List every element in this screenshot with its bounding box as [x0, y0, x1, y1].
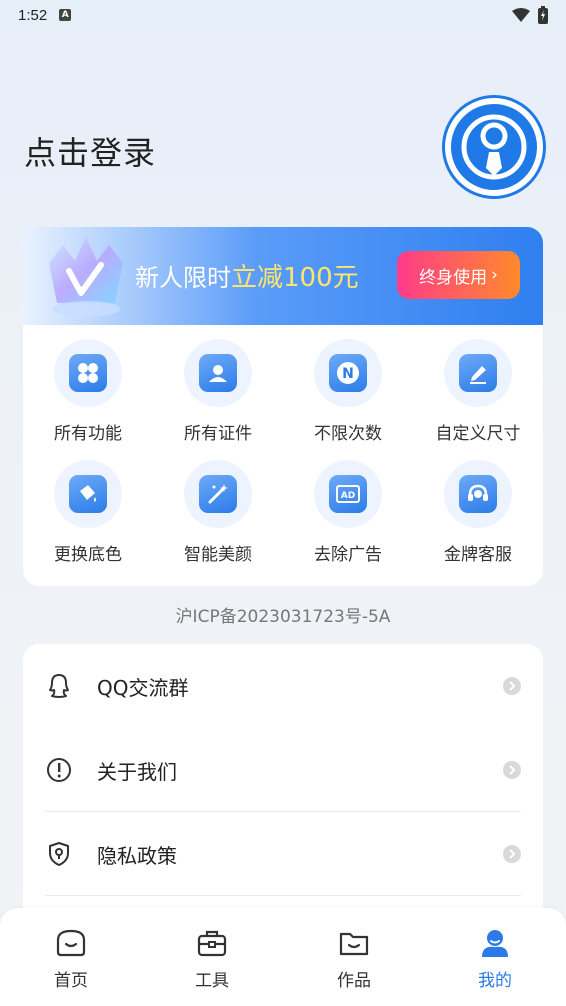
info-icon [45, 756, 73, 784]
feature-label: 自定义尺寸 [435, 424, 521, 444]
feature-all-functions[interactable]: 所有功能 [23, 339, 153, 460]
ad-icon: AD [329, 475, 367, 513]
tab-tools[interactable]: 工具 [172, 928, 252, 991]
svg-text:N: N [342, 366, 354, 382]
feature-label: 所有功能 [54, 424, 122, 444]
chevron-right-icon [503, 761, 521, 779]
magic-wand-icon [199, 475, 237, 513]
user-avatar-icon [461, 114, 527, 180]
menu-item-privacy-policy[interactable]: 隐私政策 [45, 812, 521, 896]
menu-label: 隐私政策 [97, 843, 177, 868]
promo-prefix: 新人限时 [135, 264, 231, 292]
battery-icon [538, 6, 548, 24]
unlimited-icon: N [329, 354, 367, 392]
grid-icon [69, 354, 107, 392]
headset-icon [459, 475, 497, 513]
toolbox-icon [197, 930, 227, 957]
menu-label: QQ交流群 [97, 675, 189, 700]
feature-label: 智能美颜 [184, 545, 252, 565]
feature-grid: 所有功能 所有证件 N 不限次数 自定义尺寸 更换底色 智能美颜 AD 去除广告… [23, 325, 543, 581]
feature-vip-support[interactable]: 金牌客服 [413, 460, 543, 581]
settings-menu: QQ交流群 关于我们 隐私政策 [23, 644, 543, 944]
promo-text: 新人限时立减100元 [135, 257, 359, 294]
feature-custom-size[interactable]: 自定义尺寸 [413, 339, 543, 460]
menu-item-about-us[interactable]: 关于我们 [45, 728, 521, 812]
shield-icon [45, 840, 73, 868]
divider [45, 895, 521, 896]
feature-label: 所有证件 [184, 424, 252, 444]
vip-crown-icon [49, 237, 123, 317]
feature-label: 去除广告 [314, 545, 382, 565]
icp-registration: 沪ICP备2023031723号-5A [175, 607, 391, 627]
chevron-right-icon [503, 677, 521, 695]
tab-label: 我的 [478, 971, 512, 991]
vip-card: 新人限时立减100元 终身使用 › 所有功能 所有证件 N 不限次数 自定义尺寸… [23, 227, 543, 586]
tab-home[interactable]: 首页 [31, 928, 111, 991]
feature-remove-ads[interactable]: AD 去除广告 [283, 460, 413, 581]
login-prompt[interactable]: 点击登录 [24, 128, 156, 174]
id-card-icon [199, 354, 237, 392]
lifetime-use-label: 终身使用 [419, 267, 488, 288]
folder-icon [339, 932, 369, 956]
bottom-tab-bar: 首页 工具 作品 我的 [0, 908, 566, 1006]
notification-icon: A [59, 9, 72, 21]
wifi-icon [512, 8, 530, 22]
chevron-right-icon: › [491, 265, 498, 285]
svg-text:AD: AD [341, 491, 355, 501]
promo-banner[interactable]: 新人限时立减100元 终身使用 › [23, 227, 543, 325]
feature-all-documents[interactable]: 所有证件 [153, 339, 283, 460]
tab-mine[interactable]: 我的 [455, 928, 535, 991]
tab-label: 作品 [337, 971, 371, 991]
status-bar: 1:52 A [0, 0, 566, 30]
feature-label: 更换底色 [54, 545, 122, 565]
menu-label: 关于我们 [97, 759, 177, 784]
menu-item-qq-group[interactable]: QQ交流群 [45, 644, 521, 728]
avatar[interactable] [445, 98, 543, 196]
feature-label: 金牌客服 [444, 545, 512, 565]
paint-bucket-icon [69, 475, 107, 513]
lifetime-use-button[interactable]: 终身使用 › [397, 251, 520, 299]
home-icon [56, 929, 86, 957]
profile-icon [482, 930, 508, 957]
feature-label: 不限次数 [314, 424, 382, 444]
tab-works[interactable]: 作品 [314, 928, 394, 991]
feature-unlimited[interactable]: N 不限次数 [283, 339, 413, 460]
qq-icon [45, 672, 73, 700]
tab-label: 首页 [54, 971, 88, 991]
feature-change-background[interactable]: 更换底色 [23, 460, 153, 581]
feature-smart-beauty[interactable]: 智能美颜 [153, 460, 283, 581]
chevron-right-icon [503, 845, 521, 863]
status-time: 1:52 [18, 6, 48, 24]
promo-highlight: 立减100元 [231, 263, 359, 293]
edit-icon [459, 354, 497, 392]
tab-label: 工具 [195, 971, 229, 991]
